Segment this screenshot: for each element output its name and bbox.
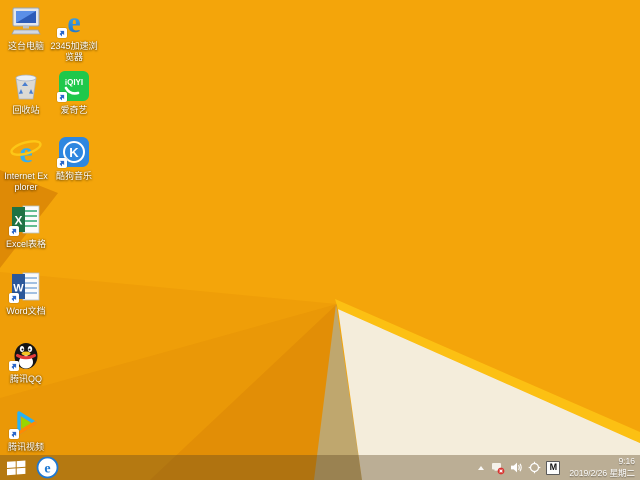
desktop-screen: 这台电脑 e 2345加速浏览器 回收站 iQIYI 爱奇艺 e Interne… xyxy=(0,0,640,480)
taskbar-clock[interactable]: 9:16 2019/2/26 星期二 xyxy=(565,456,635,478)
desktop-icon-tencent-qq[interactable]: 腾讯QQ xyxy=(2,338,50,385)
desktop-icon-internet-explorer[interactable]: e Internet Explorer xyxy=(2,135,50,192)
volume-icon[interactable] xyxy=(510,455,523,480)
svg-text:K: K xyxy=(69,145,79,160)
2345-browser-icon: e xyxy=(57,5,91,39)
desktop-icon-2345-browser[interactable]: e 2345加速浏览器 xyxy=(50,5,98,62)
ime-mode-letter: M xyxy=(546,460,561,475)
start-button[interactable] xyxy=(0,455,32,480)
ie-taskbar-icon: e xyxy=(36,456,58,479)
internet-explorer-icon: e xyxy=(9,135,43,169)
ime-mode-indicator[interactable]: M xyxy=(546,455,561,480)
desktop-icon-iqiyi[interactable]: iQIYI 爱奇艺 xyxy=(50,69,98,116)
word-icon: W xyxy=(9,270,43,304)
icon-label: 回收站 xyxy=(12,105,40,115)
shortcut-arrow-icon xyxy=(9,293,19,303)
windows-logo-icon xyxy=(6,460,25,475)
desktop-icon-recycle-bin[interactable]: 回收站 xyxy=(2,69,50,116)
system-tray: M 9:16 2019/2/26 星期二 xyxy=(476,455,640,480)
iqiyi-icon: iQIYI xyxy=(57,69,91,103)
icon-label: Word文档 xyxy=(6,306,46,316)
kugou-music-icon: K xyxy=(57,135,91,169)
desktop-icon-this-pc[interactable]: 这台电脑 xyxy=(2,5,50,52)
shortcut-arrow-icon xyxy=(57,158,67,168)
recycle-bin-icon xyxy=(9,69,43,103)
network-error-icon[interactable] xyxy=(491,455,505,480)
this-pc-icon xyxy=(9,5,43,39)
icon-label: 酷狗音乐 xyxy=(55,171,92,181)
desktop-icon-word[interactable]: W Word文档 xyxy=(2,270,50,317)
taskbar: e M 9:16 2019/2/26 星期二 xyxy=(0,455,640,480)
hidden-icons-chevron-icon[interactable] xyxy=(476,455,486,480)
shortcut-arrow-icon xyxy=(9,226,19,236)
crosshair-utility-icon[interactable] xyxy=(528,455,541,480)
icon-label: 腾讯QQ xyxy=(9,374,42,384)
taskbar-ie-button[interactable]: e xyxy=(32,455,62,480)
icon-label: 这台电脑 xyxy=(7,41,44,51)
svg-text:iQIYI: iQIYI xyxy=(65,78,83,87)
icon-label: 爱奇艺 xyxy=(60,105,88,115)
svg-text:e: e xyxy=(67,6,80,39)
desktop-icon-tencent-video[interactable]: 腾讯视频 xyxy=(2,406,50,453)
shortcut-arrow-icon xyxy=(9,429,19,439)
shortcut-arrow-icon xyxy=(57,92,67,102)
icon-label: 腾讯视频 xyxy=(7,442,44,452)
clock-time: 9:16 xyxy=(618,456,635,467)
clock-date: 2019/2/26 星期二 xyxy=(569,467,635,478)
icon-label: 2345加速浏览器 xyxy=(50,41,98,62)
excel-icon: X xyxy=(9,203,43,237)
desktop-icon-kugou-music[interactable]: K 酷狗音乐 xyxy=(50,135,98,182)
tencent-video-icon xyxy=(9,406,43,440)
icon-label: Excel表格 xyxy=(5,239,46,249)
shortcut-arrow-icon xyxy=(9,361,19,371)
desktop-icon-excel[interactable]: X Excel表格 xyxy=(2,203,50,250)
qq-icon xyxy=(9,338,43,372)
icon-label: Internet Explorer xyxy=(4,171,48,192)
shortcut-arrow-icon xyxy=(57,28,67,38)
svg-text:e: e xyxy=(44,462,50,477)
